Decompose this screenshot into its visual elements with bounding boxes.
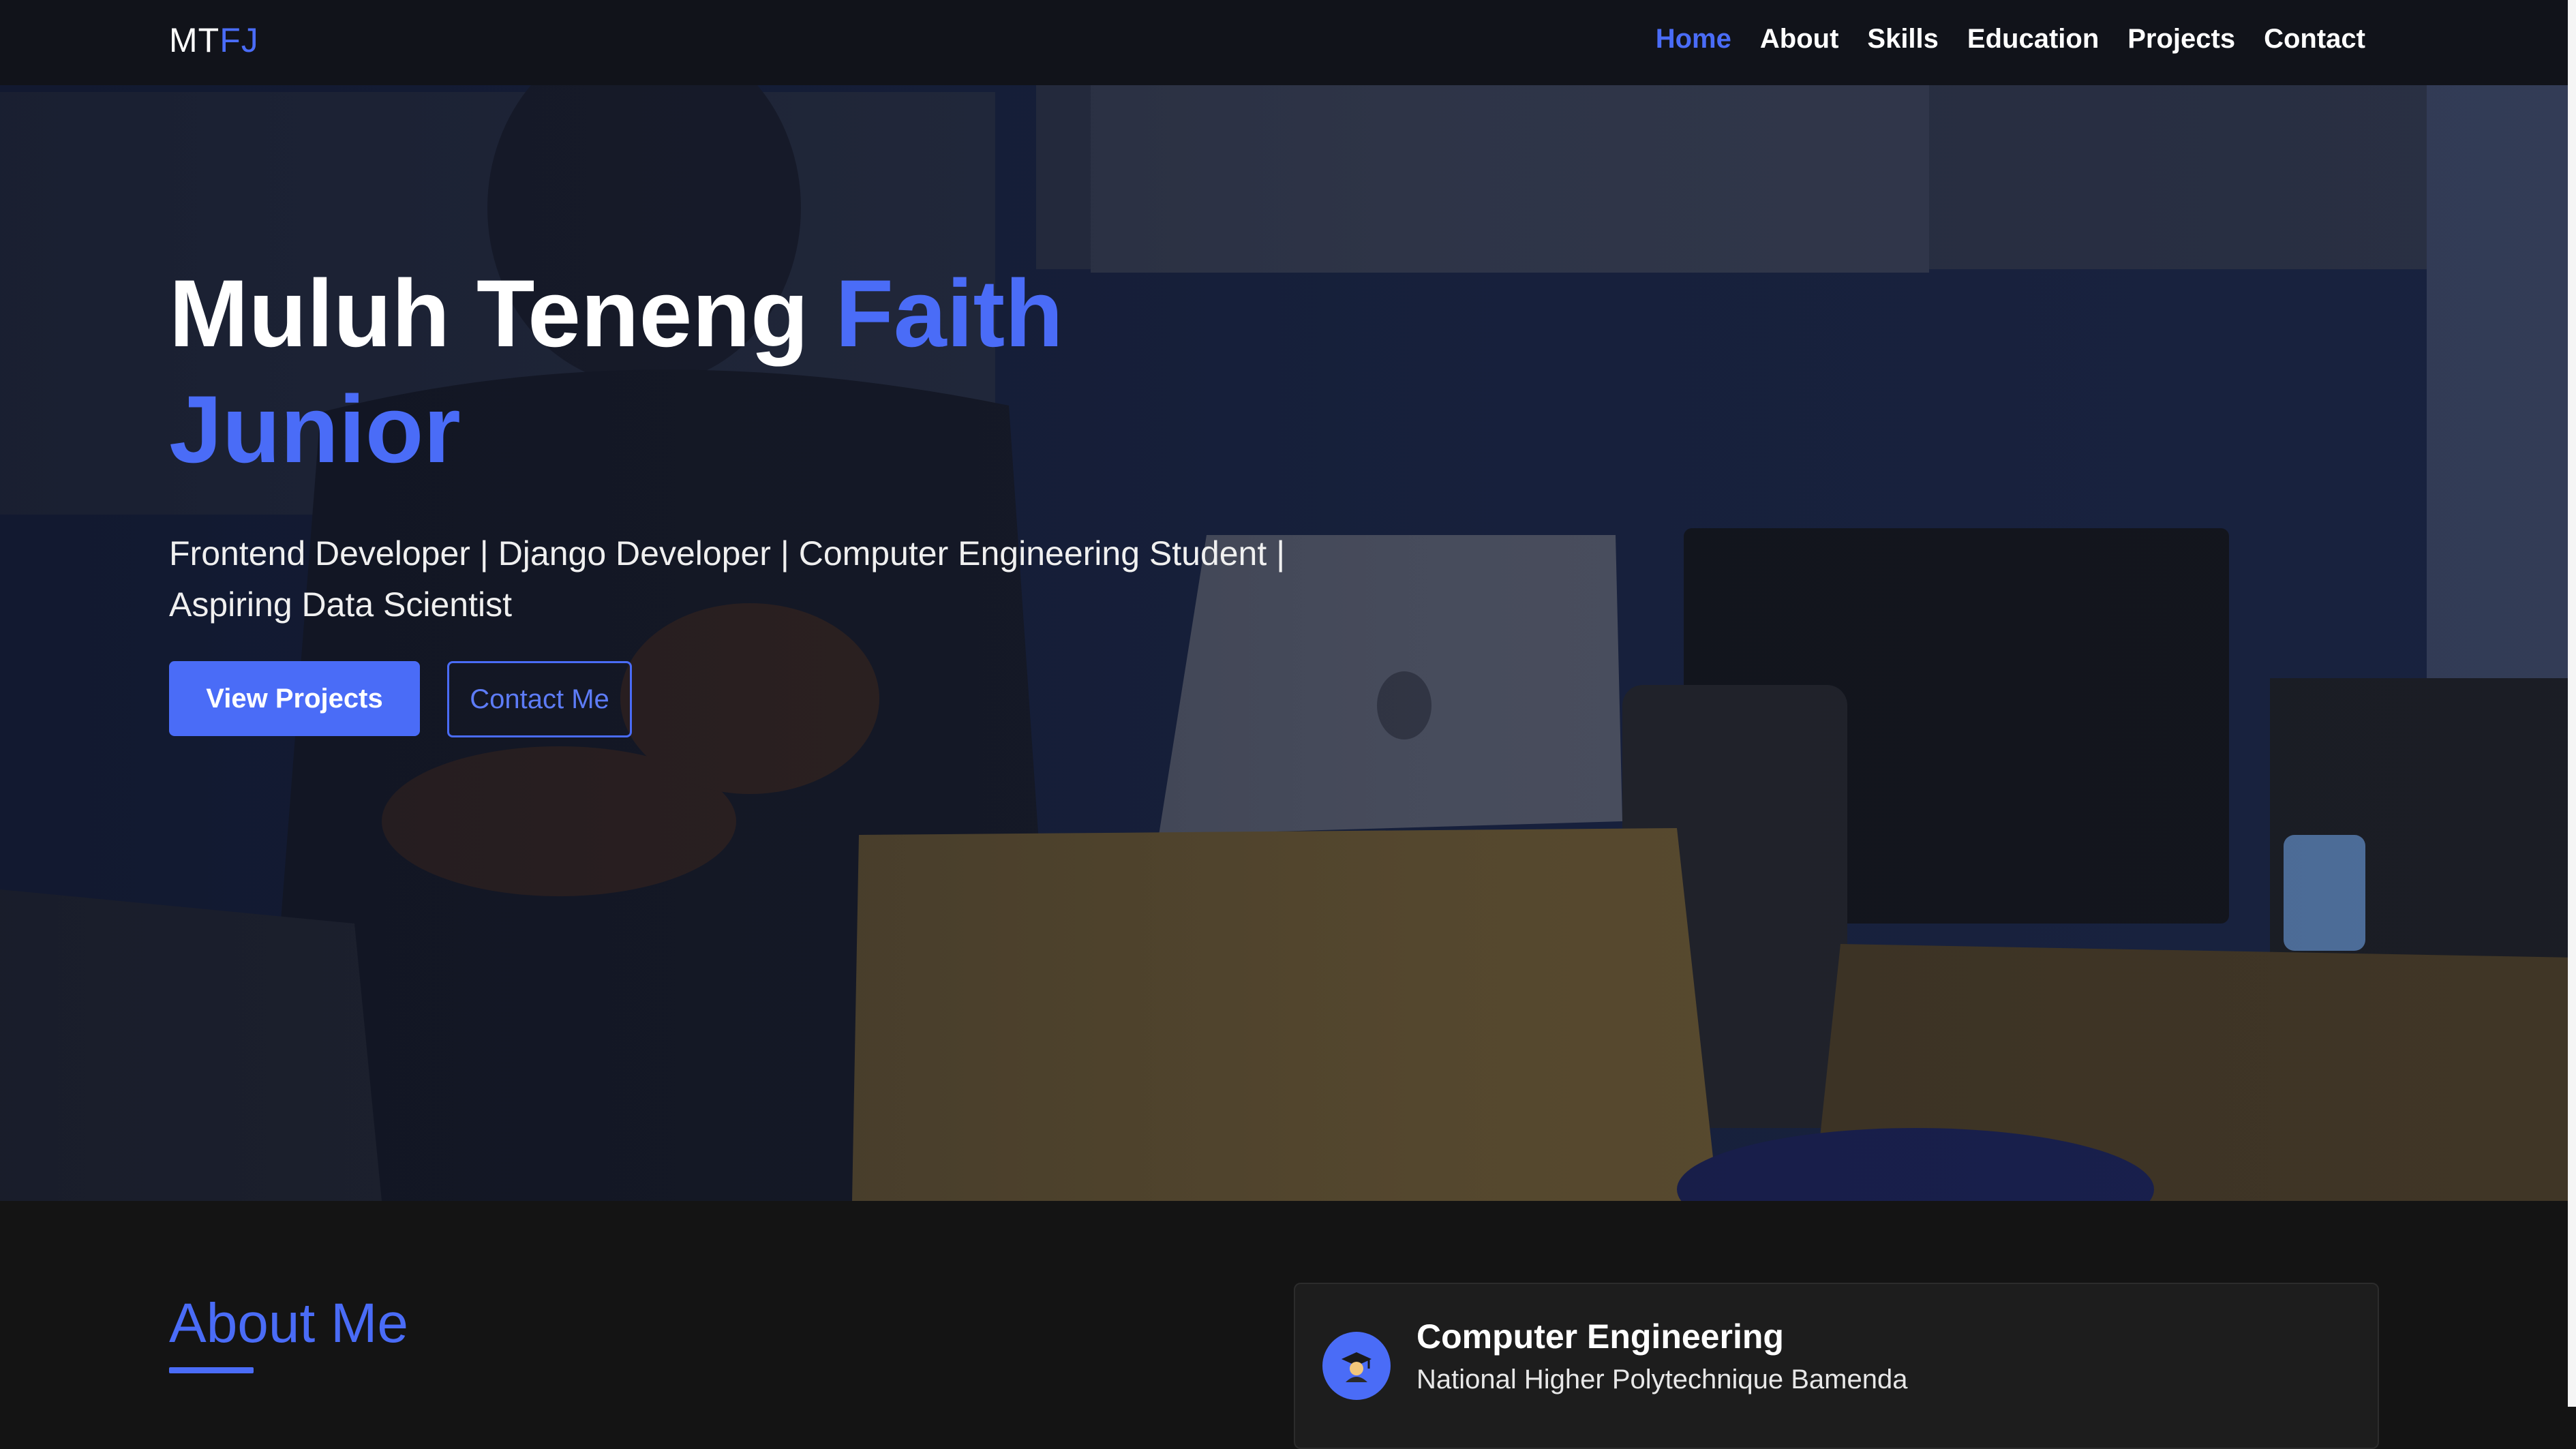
nav-link-about[interactable]: About xyxy=(1760,19,1839,59)
education-school: National Higher Polytechnique Bamenda xyxy=(1416,1364,1908,1394)
brand-initials-accent: FJ xyxy=(219,21,259,59)
education-degree: Computer Engineering xyxy=(1416,1317,1784,1356)
brand-logo[interactable]: MTFJ xyxy=(169,16,259,64)
hero-content: Muluh Teneng Faith Junior Frontend Devel… xyxy=(169,256,1328,737)
about-title: About Me xyxy=(169,1292,408,1354)
about-section: About Me Computer Engineering National H… xyxy=(0,1201,2576,1449)
hero-subtitle: Frontend Developer | Django Developer | … xyxy=(169,534,1286,624)
education-card: Computer Engineering National Higher Pol… xyxy=(1294,1283,2379,1449)
navbar: MTFJ Home About Skills Education Project… xyxy=(0,0,2576,85)
about-title-underline xyxy=(169,1367,254,1373)
page-scrollbar[interactable] xyxy=(2568,0,2576,1407)
nav-link-skills[interactable]: Skills xyxy=(1867,19,1939,59)
graduate-icon xyxy=(1322,1332,1391,1400)
hero-overlay xyxy=(0,85,2576,1201)
hero-section: Muluh Teneng Faith Junior Frontend Devel… xyxy=(0,85,2576,1201)
hero-buttons: View Projects Contact Me xyxy=(169,661,632,737)
brand-initials: MT xyxy=(169,21,220,59)
nav-link-contact[interactable]: Contact xyxy=(2264,19,2365,59)
hero-title: Muluh Teneng Faith Junior xyxy=(169,256,1328,487)
nav-link-education[interactable]: Education xyxy=(1967,19,2099,59)
contact-me-button[interactable]: Contact Me xyxy=(447,661,632,737)
view-projects-button[interactable]: View Projects xyxy=(169,661,420,736)
nav-link-projects[interactable]: Projects xyxy=(2127,19,2235,59)
hero-name: Muluh Teneng xyxy=(169,260,809,367)
nav-link-home[interactable]: Home xyxy=(1656,19,1731,59)
nav-links: Home About Skills Education Projects Con… xyxy=(1656,19,2365,59)
